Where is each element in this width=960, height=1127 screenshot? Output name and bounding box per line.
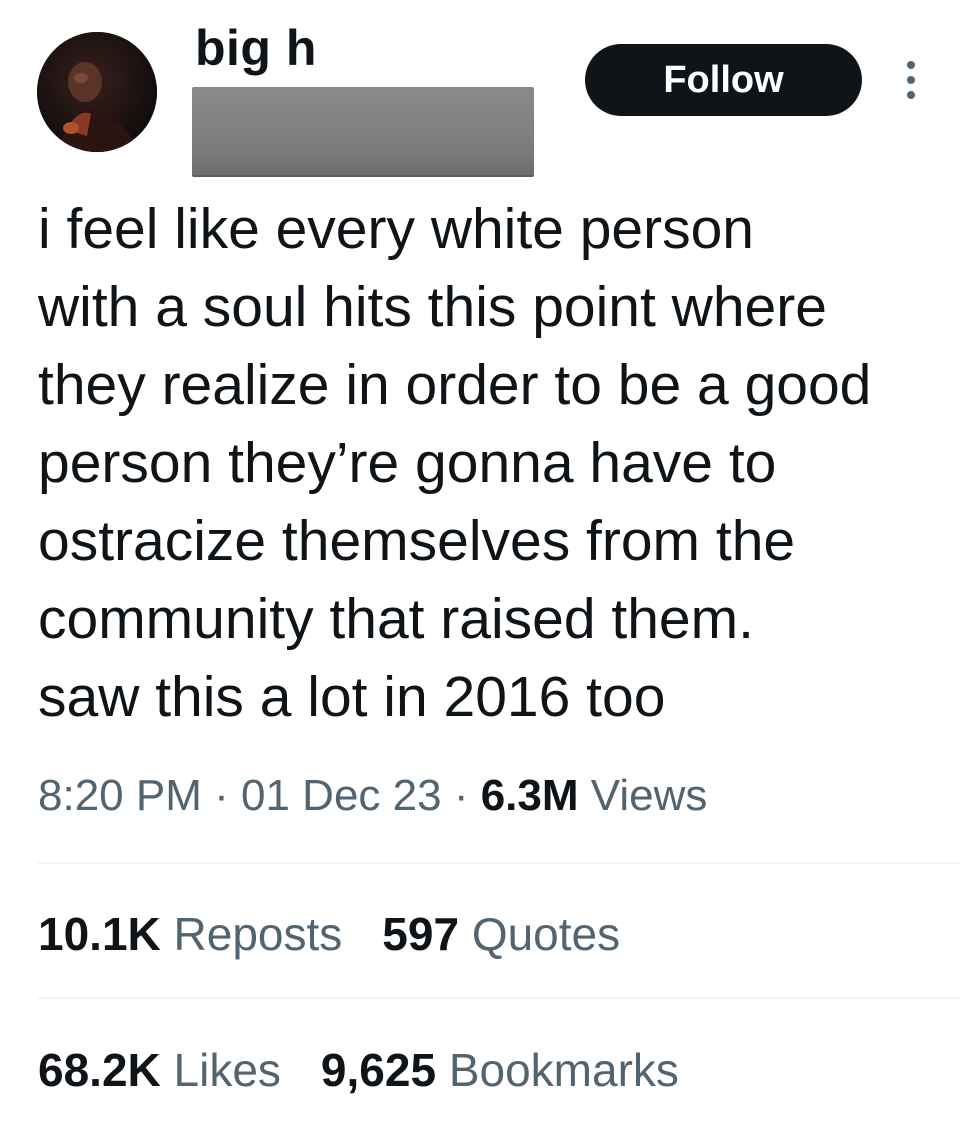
bookmarks-count: 9,625 [320, 1044, 437, 1096]
tweet-meta: 8:20 PM · 01 Dec 23 · 6.3M Views [38, 768, 707, 824]
more-dot [907, 76, 915, 84]
reposts-count: 10.1K [38, 908, 161, 960]
follow-button[interactable]: Follow [585, 44, 862, 116]
tweet-line: they realize in order to be a good [38, 353, 872, 417]
more-dot [907, 91, 915, 99]
engagement-stats-row: 10.1K Reposts 597 Quotes [38, 906, 620, 962]
bookmarks-label: Bookmarks [448, 1044, 679, 1096]
views-count: 6.3M [480, 771, 579, 820]
more-dot [907, 61, 915, 69]
tweet-text: i feel like every white person with a so… [38, 190, 938, 736]
divider [38, 862, 960, 864]
likes-count: 68.2K [38, 1044, 161, 1096]
tweet-line: with a soul hits this point where [38, 275, 827, 339]
tweet-line: saw this a lot in 2016 too [38, 665, 666, 729]
tweet-line: person they’re gonna have to [38, 431, 777, 495]
reposts-label: Reposts [173, 908, 343, 960]
bookmarks-stat[interactable]: 9,625 Bookmarks [321, 1042, 679, 1098]
quotes-stat[interactable]: 597 Quotes [382, 906, 620, 962]
tweet-line: ostracize themselves from the [38, 509, 796, 573]
views-label: Views [590, 771, 708, 820]
meta-separator: · [214, 771, 229, 820]
tweet-line: community that raised them. [38, 587, 754, 651]
avatar[interactable] [37, 32, 157, 152]
more-vertical-icon[interactable] [894, 52, 928, 108]
tweet-line: i feel like every white person [38, 197, 755, 261]
quotes-count: 597 [382, 908, 460, 960]
divider [38, 997, 960, 999]
likes-label: Likes [173, 1044, 281, 1096]
likes-stat[interactable]: 68.2K Likes [38, 1042, 281, 1098]
reposts-stat[interactable]: 10.1K Reposts [38, 906, 342, 962]
meta-separator: · [453, 771, 469, 820]
tweet-date[interactable]: 01 Dec 23 [241, 771, 442, 820]
display-name[interactable]: big h [195, 18, 317, 78]
engagement-stats-row: 68.2K Likes 9,625 Bookmarks [38, 1042, 679, 1098]
tweet-time[interactable]: 8:20 PM [38, 771, 202, 820]
avatar-image [37, 32, 157, 152]
quotes-label: Quotes [471, 908, 621, 960]
redacted-handle [192, 87, 534, 175]
